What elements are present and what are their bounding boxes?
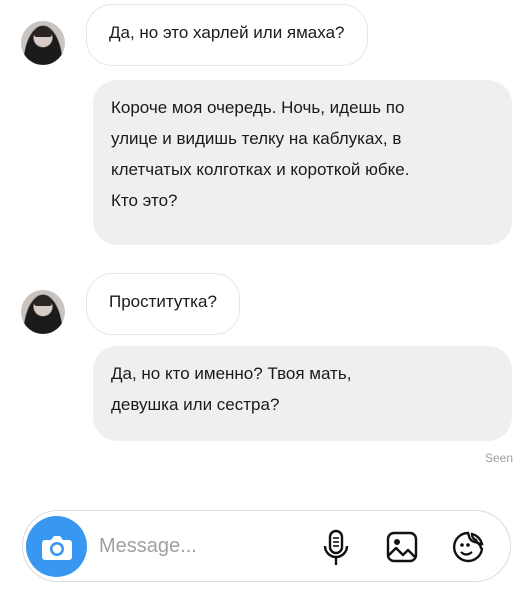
incoming-message[interactable]: Проститутка?: [86, 273, 240, 335]
message-line: клетчатых колготках и короткой юбке.: [111, 160, 410, 179]
message-line: улице и видишь телку на каблуках, в: [111, 129, 402, 148]
message-composer: Message...: [22, 510, 511, 582]
seen-status: Seen: [484, 451, 513, 465]
message-text: Да, но это харлей или ямаха?: [109, 23, 345, 42]
camera-icon: [41, 535, 72, 560]
outgoing-message[interactable]: Короче моя очередь. Ночь, идешь по улице…: [93, 80, 512, 245]
microphone-icon[interactable]: [319, 529, 353, 567]
message-input[interactable]: Message...: [99, 535, 197, 558]
incoming-message[interactable]: Да, но это харлей или ямаха?: [86, 4, 368, 66]
sticker-icon[interactable]: [451, 529, 485, 567]
message-line: Да, но кто именно? Твоя мать,: [111, 364, 352, 383]
avatar[interactable]: [21, 290, 65, 334]
avatar[interactable]: [21, 21, 65, 65]
message-line: девушка или сестра?: [111, 395, 280, 414]
message-line: Кто это?: [111, 191, 178, 210]
gallery-icon[interactable]: [385, 529, 419, 567]
message-text: Проститутка?: [109, 292, 217, 311]
camera-button[interactable]: [26, 516, 87, 577]
outgoing-message[interactable]: Да, но кто именно? Твоя мать, девушка ил…: [93, 346, 512, 441]
message-line: Короче моя очередь. Ночь, идешь по: [111, 98, 405, 117]
